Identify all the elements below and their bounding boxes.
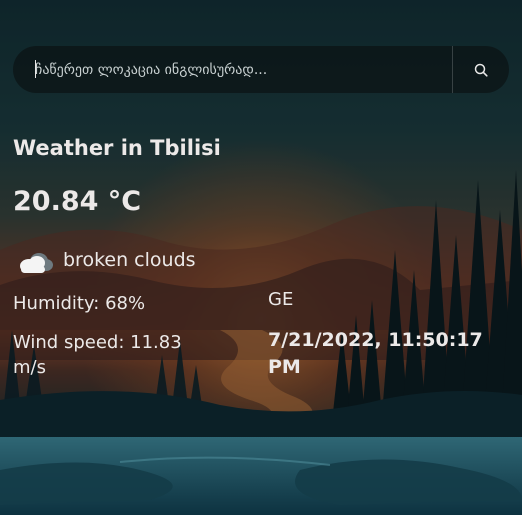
local-datetime: 7/21/2022, 11:50:17 PM xyxy=(268,329,483,378)
search-input[interactable] xyxy=(35,46,445,93)
search-bar xyxy=(13,46,509,93)
search-button[interactable] xyxy=(453,46,509,93)
country-code: GE xyxy=(268,289,294,310)
wind-speed: Wind speed: 11.83 m/s xyxy=(13,332,182,378)
cloud-icon xyxy=(20,253,53,273)
text-caret xyxy=(35,60,36,78)
condition-text: broken clouds xyxy=(63,249,196,271)
search-icon xyxy=(474,63,488,77)
weather-card: Weather in Tbilisi 20.84 °C broken cloud… xyxy=(0,0,522,437)
weather-title: Weather in Tbilisi xyxy=(13,136,221,160)
weather-app: Weather in Tbilisi 20.84 °C broken cloud… xyxy=(0,0,522,515)
temperature: 20.84 °C xyxy=(13,186,142,217)
humidity: Humidity: 68% xyxy=(13,293,146,314)
